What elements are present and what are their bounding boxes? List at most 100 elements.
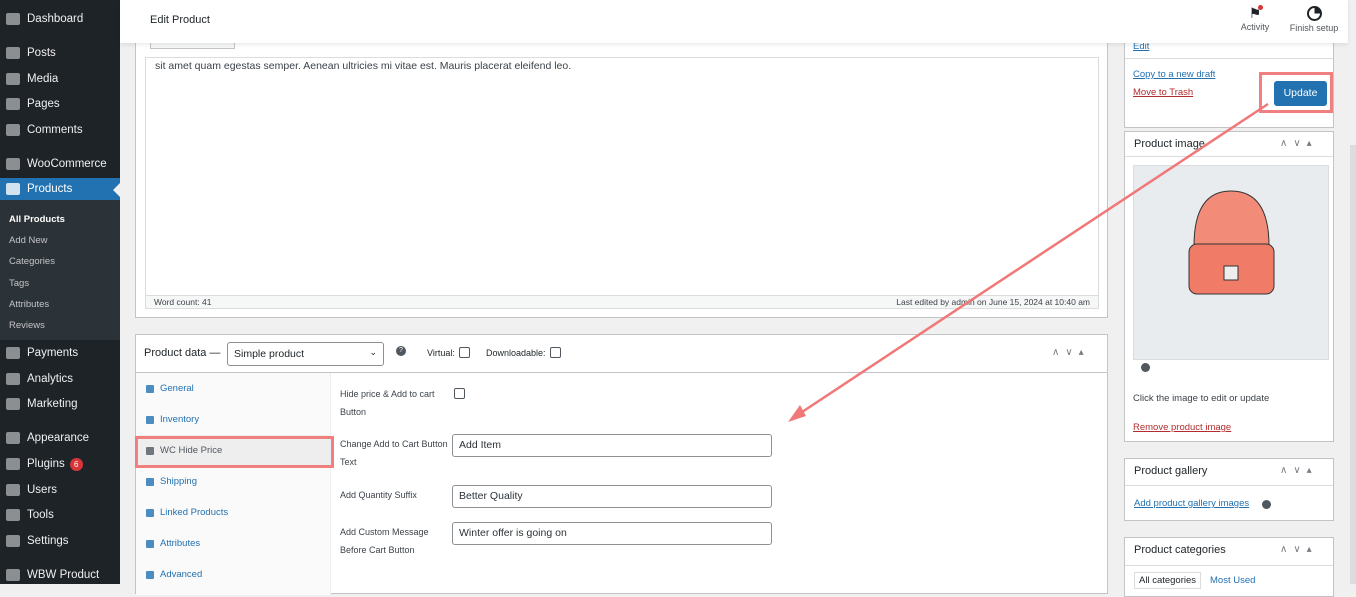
editor-status-bar: Word count: 41 Last edited by admin on J… xyxy=(145,295,1099,309)
tab-shipping[interactable]: Shipping xyxy=(137,466,330,497)
finish-setup-label: Finish setup xyxy=(1289,23,1339,33)
tab-general[interactable]: General xyxy=(137,373,330,404)
cart-text-input[interactable]: Add Item xyxy=(452,434,772,457)
sidebar-item-products[interactable]: Products xyxy=(0,178,120,200)
label: Analytics xyxy=(27,373,74,385)
activity-button[interactable]: ⚑ Activity xyxy=(1230,5,1280,32)
move-to-trash-link[interactable]: Move to Trash xyxy=(1133,87,1193,98)
sidebar-item-wbw-product[interactable]: WBW Product xyxy=(0,563,120,587)
remove-image-link[interactable]: Remove product image xyxy=(1133,422,1231,433)
sidebar-item-analytics[interactable]: Analytics xyxy=(0,367,120,391)
tab-label: General xyxy=(160,383,194,394)
help-icon: ? xyxy=(396,346,406,356)
move-panel-icons[interactable]: ∧∨▴ xyxy=(1280,465,1318,476)
last-edited: Last edited by admin on June 15, 2024 at… xyxy=(896,297,1090,307)
product-data-header: Product data — Simple product ⌄ ? Virtual… xyxy=(136,335,1107,373)
product-type-select[interactable]: Simple product ⌄ xyxy=(227,342,384,366)
tab-label: Shipping xyxy=(160,476,197,487)
sidebar-item-tools[interactable]: Tools xyxy=(0,503,120,527)
tab-advanced[interactable]: Advanced xyxy=(137,559,330,590)
label: Tools xyxy=(27,509,54,521)
user-icon xyxy=(6,484,20,496)
scrollbar[interactable] xyxy=(1350,145,1356,584)
label: Comments xyxy=(27,124,83,136)
submenu-reviews[interactable]: Reviews xyxy=(9,320,45,331)
label: Appearance xyxy=(27,432,90,444)
help-icon xyxy=(1262,500,1271,509)
brush-icon xyxy=(6,432,20,444)
downloadable-checkbox[interactable] xyxy=(550,347,561,358)
submenu-all-products[interactable]: All Products xyxy=(9,214,65,225)
tab-inventory[interactable]: Inventory xyxy=(137,404,330,435)
label: Users xyxy=(27,484,58,496)
description-editor: sit amet quam egestas semper. Aenean ult… xyxy=(135,20,1108,318)
label: WooCommerce xyxy=(27,158,107,170)
sidebar-item-payments[interactable]: Payments xyxy=(0,341,120,365)
chevron-down-icon: ⌄ xyxy=(369,347,377,357)
label: Pages xyxy=(27,98,60,110)
plugins-update-badge: 6 xyxy=(69,457,83,471)
products-submenu: All Products Add New Categories Tags Att… xyxy=(0,200,120,340)
editor-content[interactable]: sit amet quam egestas semper. Aenean ult… xyxy=(145,57,1099,296)
sidebar-item-users[interactable]: Users xyxy=(0,478,120,502)
virtual-checkbox[interactable] xyxy=(459,347,470,358)
submenu-attributes[interactable]: Attributes xyxy=(9,299,49,310)
sidebar-item-comments[interactable]: Comments xyxy=(0,118,120,142)
activity-label: Activity xyxy=(1240,22,1270,32)
tab-label: Inventory xyxy=(160,414,200,425)
beanie-image xyxy=(1188,190,1275,295)
sidebar-item-appearance[interactable]: Appearance xyxy=(0,426,120,450)
woo-icon xyxy=(6,158,20,170)
tab-label: Attributes xyxy=(160,538,201,549)
move-panel-icons[interactable]: ∧∨▴ xyxy=(1052,347,1090,358)
plugin-icon xyxy=(6,458,20,470)
help-icon xyxy=(1141,363,1150,372)
submenu-add-new[interactable]: Add New xyxy=(9,235,48,246)
dashboard-icon xyxy=(6,13,20,25)
hide-price-checkbox[interactable] xyxy=(454,388,465,399)
highlight-box xyxy=(135,436,334,468)
sidebar-item-pages[interactable]: Pages xyxy=(0,92,120,116)
image-hint: Click the image to edit or update xyxy=(1133,393,1270,404)
tab-most-used[interactable]: Most Used xyxy=(1210,575,1255,586)
finish-setup-button[interactable]: Finish setup xyxy=(1286,5,1342,33)
quantity-suffix-input[interactable]: Better Quality xyxy=(452,485,772,508)
product-categories-box: Product categories ∧∨▴ All categories Mo… xyxy=(1124,537,1334,597)
copy-draft-link[interactable]: Copy to a new draft xyxy=(1133,69,1215,80)
label: Products xyxy=(27,183,73,195)
virtual-label: Virtual: xyxy=(427,348,455,358)
product-image[interactable] xyxy=(1133,165,1329,360)
product-type-value: Simple product xyxy=(234,348,305,360)
custom-message-input[interactable]: Winter offer is going on xyxy=(452,522,772,545)
truck-icon xyxy=(146,477,154,486)
gear-icon xyxy=(146,570,154,579)
sidebar-item-woocommerce[interactable]: WooCommerce xyxy=(0,152,120,176)
label: Plugins xyxy=(27,458,65,470)
tab-linked-products[interactable]: Linked Products xyxy=(137,497,330,528)
move-panel-icons[interactable]: ∧∨▴ xyxy=(1280,544,1318,555)
highlight-box xyxy=(1259,72,1333,113)
pages-icon xyxy=(6,98,20,110)
sidebar-item-settings[interactable]: Settings xyxy=(0,529,120,553)
product-image-box: Product image ∧∨▴ Click the image to edi… xyxy=(1124,131,1334,442)
submenu-tags[interactable]: Tags xyxy=(9,278,29,289)
submenu-categories[interactable]: Categories xyxy=(9,256,55,267)
quantity-suffix-label: Add Quantity Suffix xyxy=(340,490,417,500)
product-data-tabs: General Inventory WC Hide Price Shipping… xyxy=(136,373,331,595)
tab-label: Advanced xyxy=(160,569,203,580)
hide-price-label: Hide price & Add to cart Button xyxy=(340,389,435,417)
add-gallery-link[interactable]: Add product gallery images xyxy=(1134,498,1249,509)
label: Posts xyxy=(27,47,56,59)
tab-label: Linked Products xyxy=(160,507,229,518)
tab-all-categories[interactable]: All categories xyxy=(1134,572,1202,589)
sidebar-item-media[interactable]: Media xyxy=(0,67,120,91)
sidebar-item-marketing[interactable]: Marketing xyxy=(0,392,120,416)
downloadable-label: Downloadable: xyxy=(486,348,546,358)
sidebar-item-dashboard[interactable]: Dashboard xyxy=(0,7,120,31)
sidebar-item-posts[interactable]: Posts xyxy=(0,41,120,65)
tab-attributes[interactable]: Attributes xyxy=(137,528,330,559)
sidebar-item-plugins[interactable]: Plugins 6 xyxy=(0,452,120,476)
move-panel-icons[interactable]: ∧∨▴ xyxy=(1280,138,1318,149)
megaphone-icon xyxy=(6,398,20,410)
wrench-icon xyxy=(6,509,20,521)
